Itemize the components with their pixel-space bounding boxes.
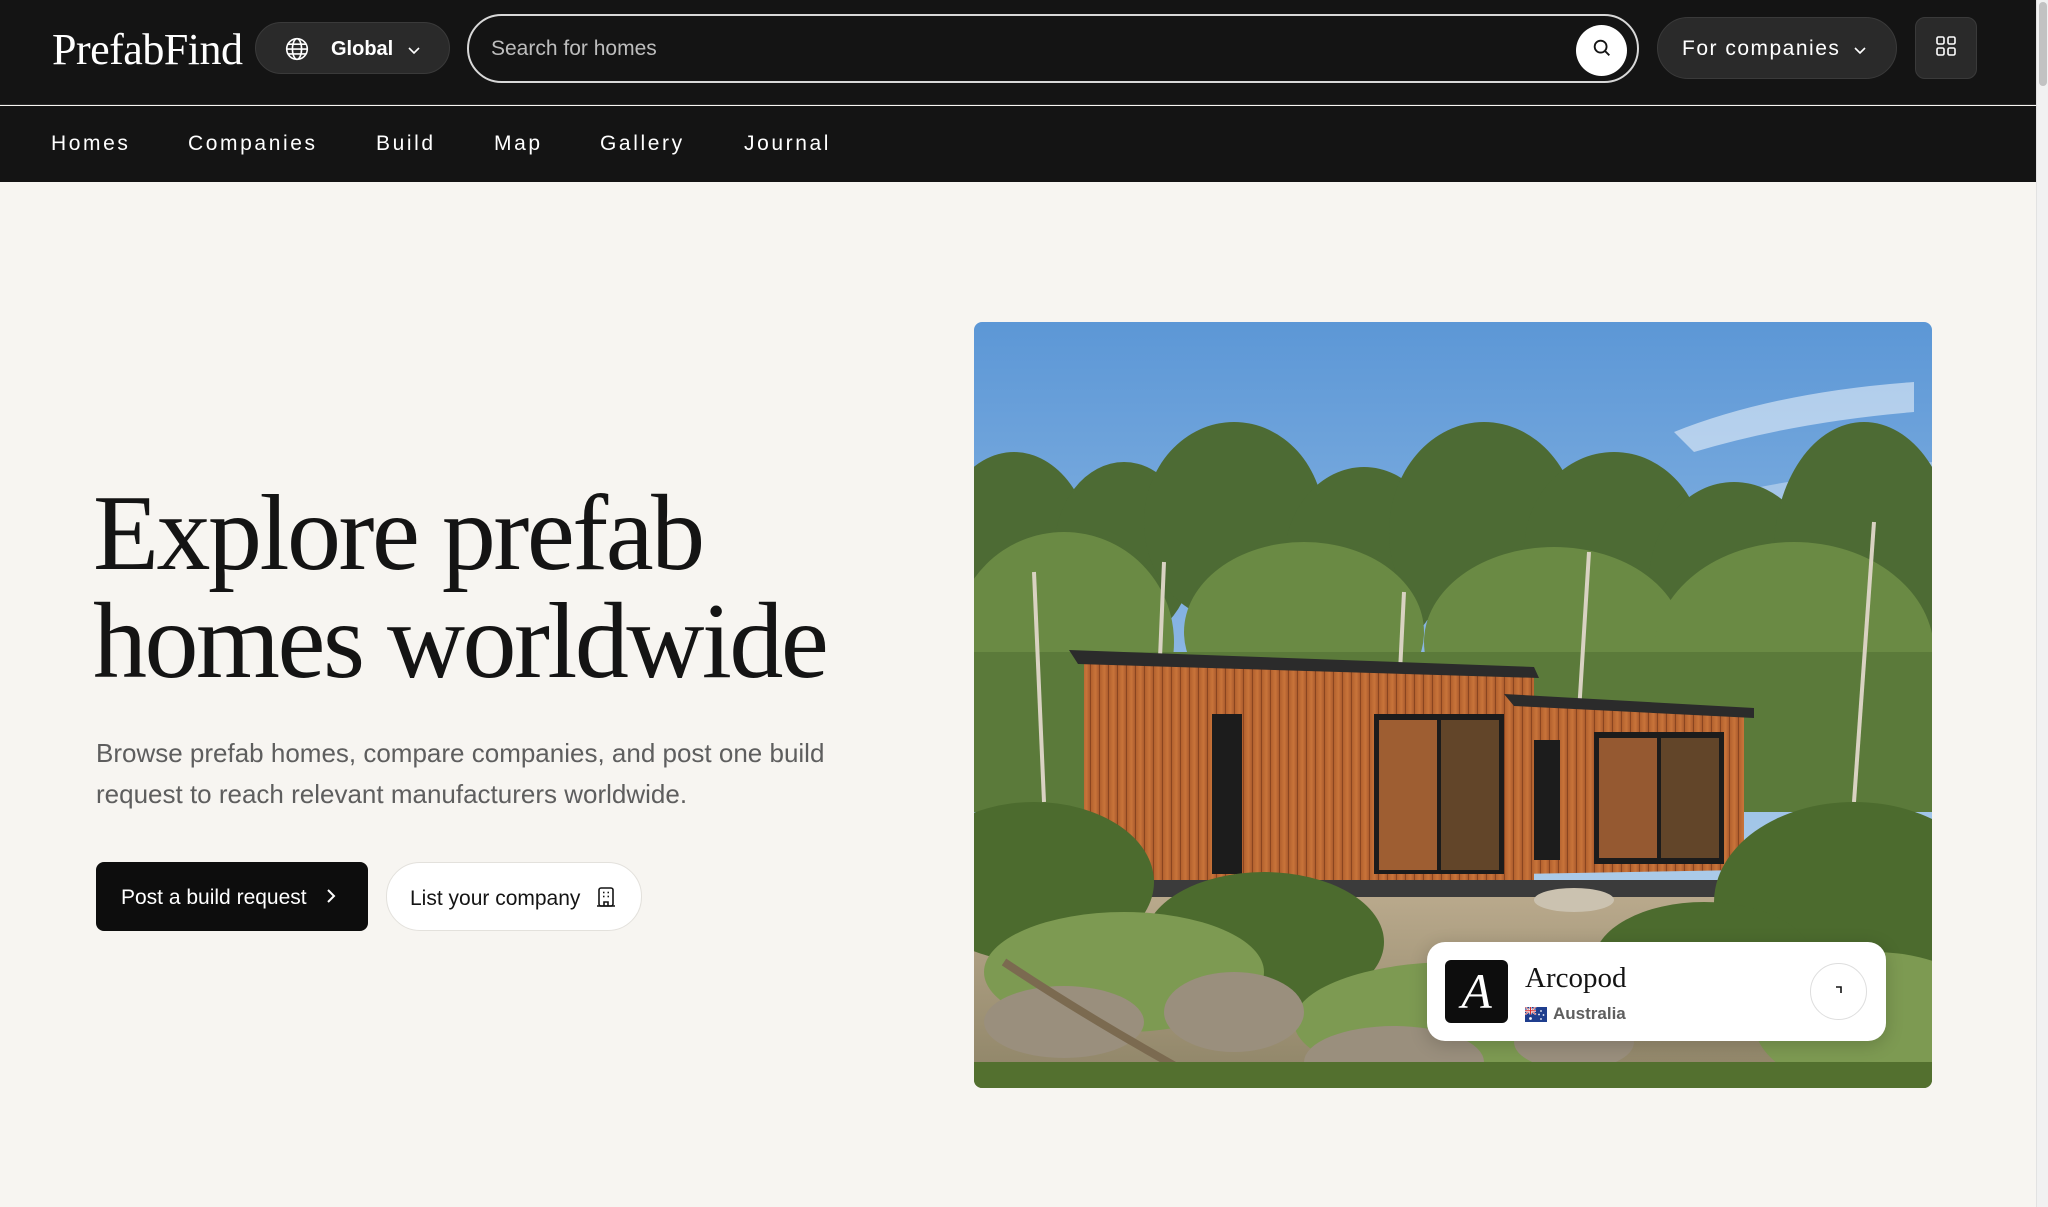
nav-item-homes[interactable]: Homes bbox=[51, 132, 131, 156]
post-build-request-button[interactable]: Post a build request bbox=[96, 862, 368, 931]
grid-menu-icon bbox=[1935, 35, 1957, 62]
search-button[interactable] bbox=[1576, 25, 1627, 76]
search-bar bbox=[467, 14, 1639, 83]
featured-company-card[interactable]: A Arcopod Australia bbox=[1427, 942, 1886, 1041]
nav-item-gallery[interactable]: Gallery bbox=[600, 132, 685, 156]
hero-title: Explore prefab homes worldwide bbox=[93, 480, 973, 696]
chevron-right-icon bbox=[322, 886, 340, 912]
company-name: Arcopod bbox=[1525, 962, 1627, 994]
for-companies-label: For companies bbox=[1682, 37, 1841, 60]
hero-subtitle: Browse prefab homes, compare companies, … bbox=[96, 738, 825, 809]
scrollbar-thumb[interactable] bbox=[2039, 2, 2047, 86]
company-logo: A bbox=[1445, 960, 1508, 1023]
company-link-button[interactable] bbox=[1810, 963, 1867, 1020]
hero-title-line-2: homes worldwide bbox=[93, 582, 829, 701]
chevron-down-icon bbox=[406, 41, 422, 64]
company-country-name: Australia bbox=[1553, 1004, 1626, 1023]
main-nav: Homes Companies Build Map Gallery Journa… bbox=[0, 106, 2036, 182]
nav-item-build[interactable]: Build bbox=[376, 132, 436, 156]
nav-item-map[interactable]: Map bbox=[494, 132, 543, 156]
hero-title-line-1: Explore prefab bbox=[93, 474, 705, 593]
company-country: Australia bbox=[1525, 1004, 1626, 1024]
search-input[interactable] bbox=[491, 32, 1491, 66]
page-scrollbar[interactable] bbox=[2036, 0, 2048, 1207]
globe-icon bbox=[284, 36, 310, 68]
arrow-icon bbox=[1833, 983, 1845, 1001]
nav-item-companies[interactable]: Companies bbox=[188, 132, 318, 156]
region-selector[interactable]: Global bbox=[255, 22, 450, 74]
for-companies-dropdown[interactable]: For companies bbox=[1657, 17, 1897, 79]
nav-item-journal[interactable]: Journal bbox=[744, 132, 831, 156]
menu-button[interactable] bbox=[1915, 17, 1977, 79]
list-company-label: List your company bbox=[410, 887, 581, 910]
chevron-down-icon bbox=[1852, 40, 1868, 64]
region-label: Global bbox=[331, 38, 394, 60]
australia-flag-icon bbox=[1525, 1006, 1547, 1022]
building-icon bbox=[595, 885, 617, 915]
search-icon bbox=[1591, 37, 1613, 64]
post-build-request-label: Post a build request bbox=[121, 886, 307, 909]
list-company-button[interactable]: List your company bbox=[386, 862, 642, 931]
site-logo[interactable]: PrefabFind bbox=[52, 24, 243, 76]
top-bar: PrefabFind Global For companies bbox=[0, 0, 2036, 105]
